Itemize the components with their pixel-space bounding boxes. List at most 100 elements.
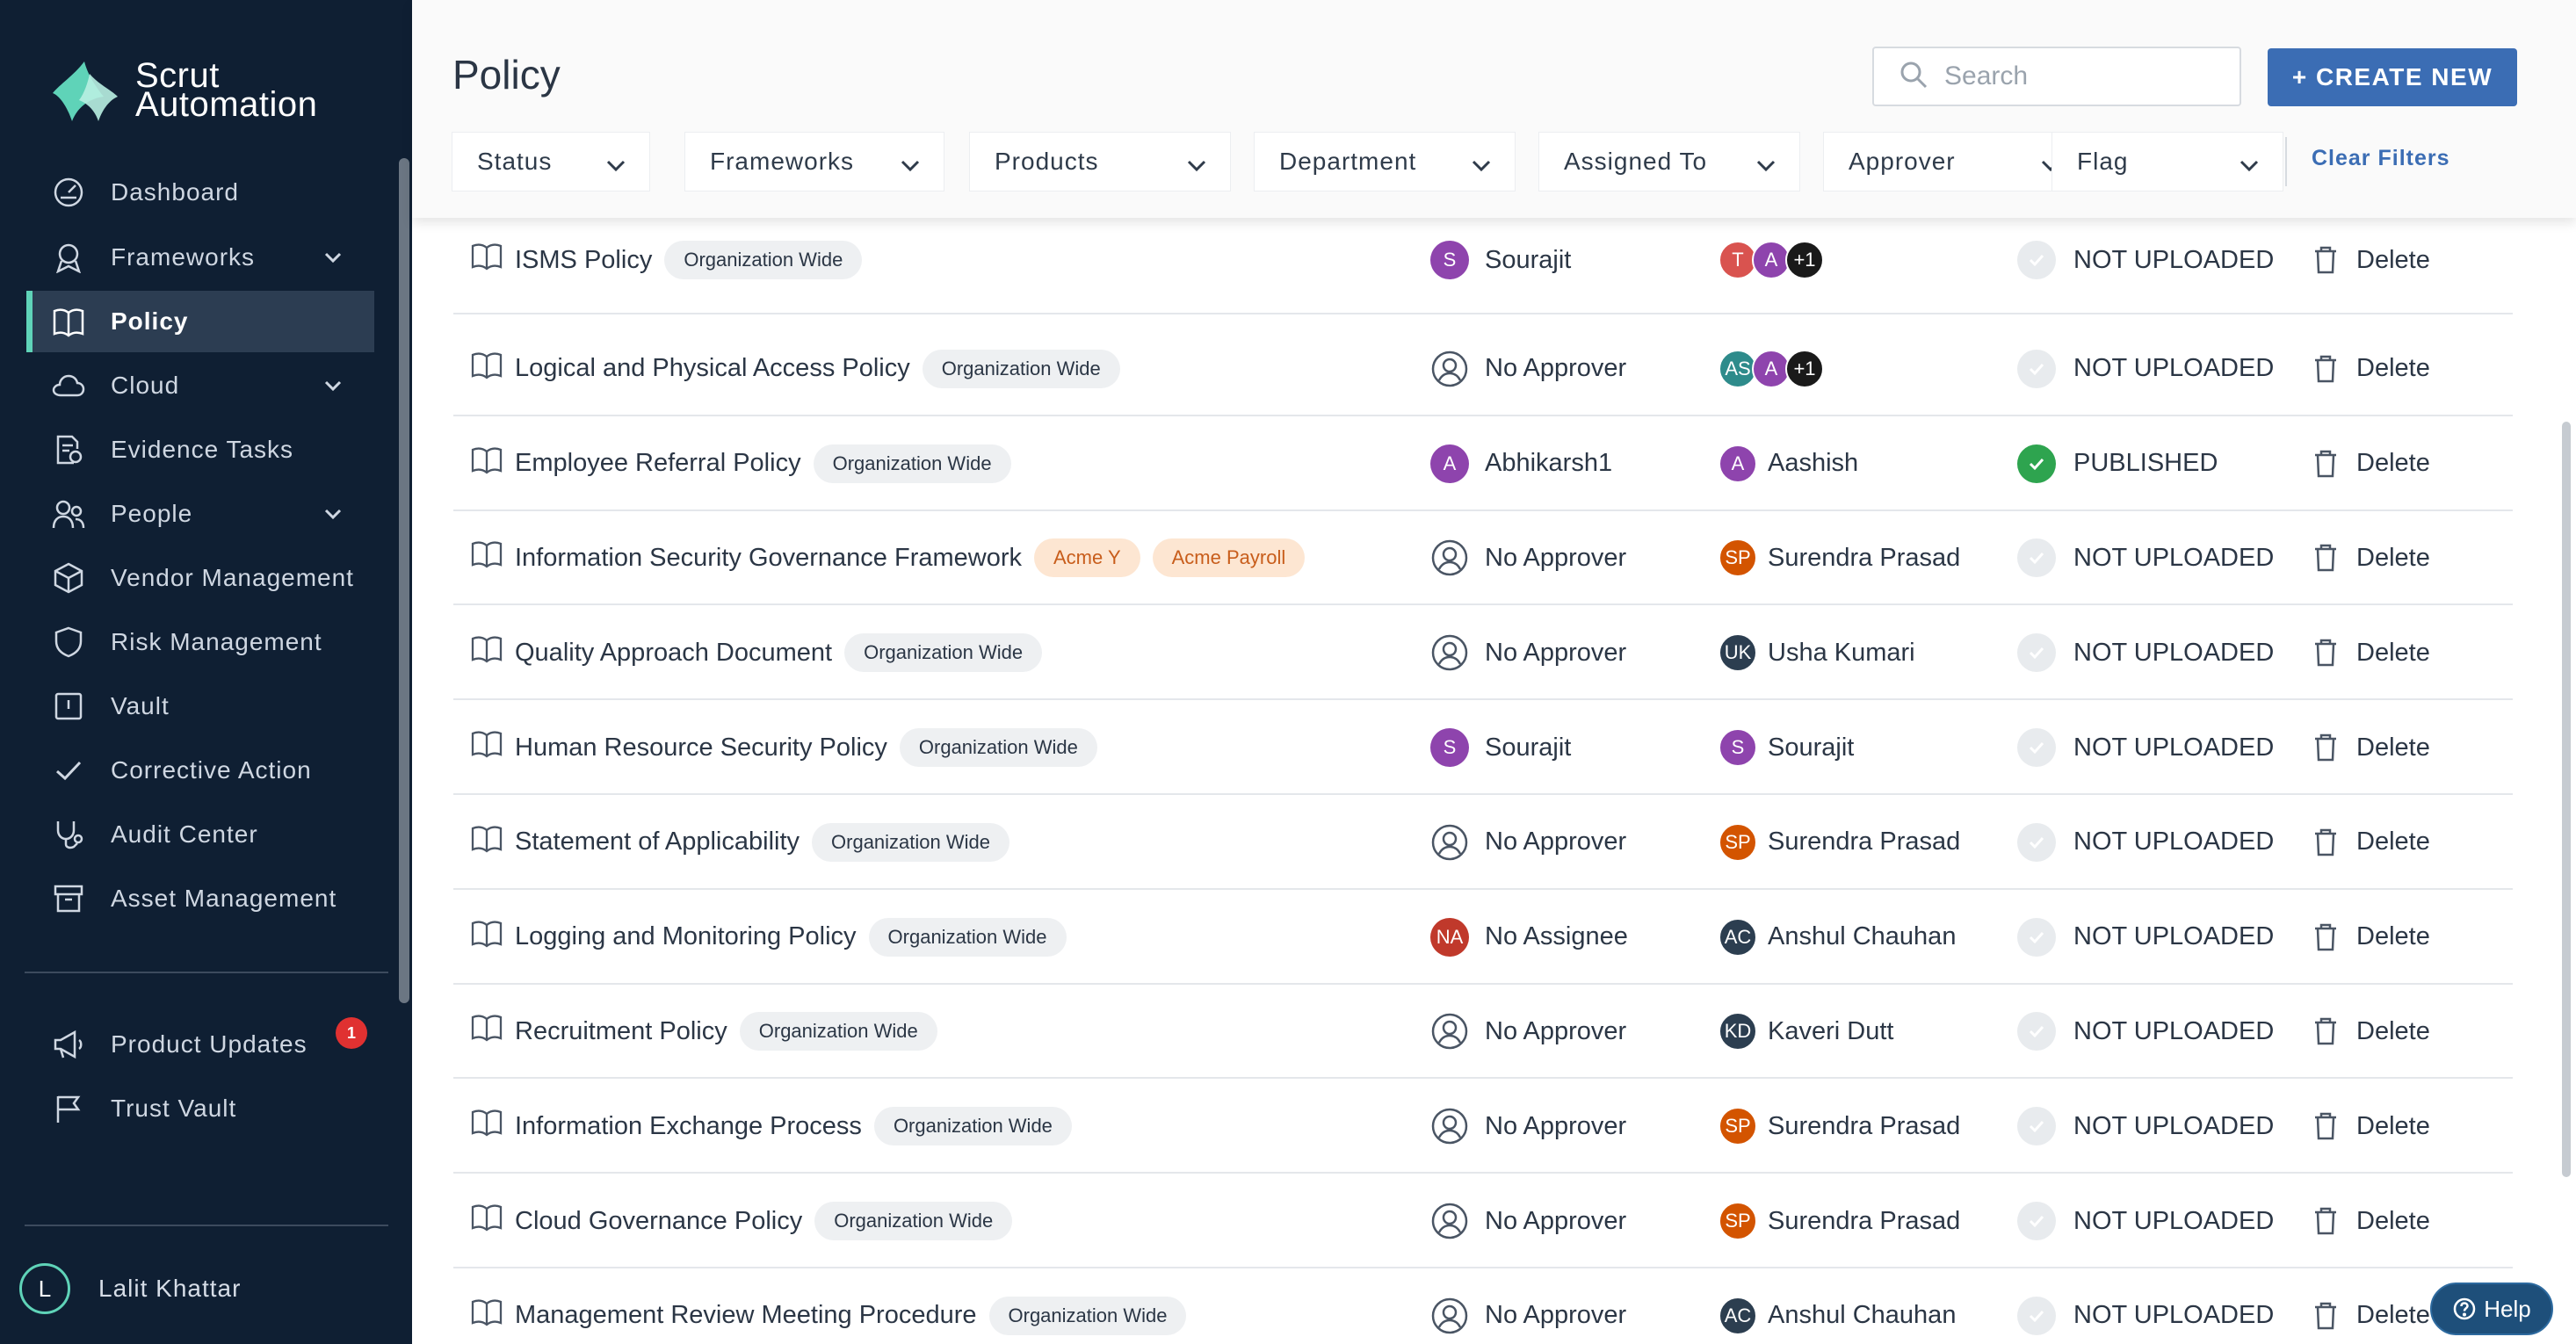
policy-name[interactable]: Statement of Applicability [515, 827, 800, 856]
avatar-group[interactable]: A [1719, 444, 1757, 483]
avatar-group[interactable]: S [1719, 728, 1757, 767]
filter-products[interactable]: Products [969, 132, 1231, 191]
delete-button[interactable]: Delete [2312, 1079, 2430, 1174]
delete-button[interactable]: Delete [2312, 322, 2430, 416]
policy-name[interactable]: Logging and Monitoring Policy [515, 922, 857, 951]
vault-icon [51, 689, 86, 724]
policy-name[interactable]: Information Security Governance Framewor… [515, 544, 1022, 573]
table-row[interactable]: ISMS Policy Organization Wide S Sourajit T A +… [453, 213, 2513, 314]
delete-button[interactable]: Delete [2312, 213, 2430, 307]
policy-name-cell[interactable]: Cloud Governance Policy Organization Wide [471, 1174, 1013, 1268]
sidebar-item-product-updates[interactable]: Product Updates [26, 1014, 374, 1075]
approver-cell: No Approver [1430, 322, 1626, 416]
policy-name-cell[interactable]: Information Exchange Process Organization… [471, 1079, 1072, 1174]
delete-button[interactable]: Delete [2312, 890, 2430, 985]
delete-button[interactable]: Delete [2312, 510, 2430, 605]
pending-circle-icon [2017, 1107, 2056, 1146]
policy-name[interactable]: Employee Referral Policy [515, 449, 801, 478]
policy-name[interactable]: Recruitment Policy [515, 1017, 727, 1046]
sidebar-item-asset-management[interactable]: Asset Management [26, 868, 374, 929]
search-icon [1899, 60, 1928, 94]
sidebar-item-evidence-tasks[interactable]: Evidence Tasks [26, 419, 374, 481]
sidebar-item-vault[interactable]: Vault [26, 676, 374, 737]
page-scrollbar[interactable] [2562, 422, 2571, 1177]
user-profile[interactable]: L Lalit Khattar [19, 1263, 241, 1314]
avatar-group[interactable]: SP [1719, 1107, 1757, 1146]
avatar-group[interactable]: AC [1719, 1296, 1757, 1335]
delete-button[interactable]: Delete [2312, 984, 2430, 1079]
delete-button[interactable]: Delete [2312, 1174, 2430, 1268]
avatar-group[interactable]: SP [1719, 538, 1757, 578]
policy-name-cell[interactable]: Management Review Meeting Procedure Organ… [471, 1268, 1187, 1344]
filter-frameworks[interactable]: Frameworks [684, 132, 944, 191]
scrut-logo-icon [53, 61, 118, 121]
table-row[interactable]: Cloud Governance Policy Organization Wide… [453, 1174, 2513, 1268]
search-input[interactable]: Search [1872, 47, 2241, 106]
clear-filters-link[interactable]: Clear Filters [2312, 146, 2450, 171]
delete-button[interactable]: Delete [2312, 1268, 2430, 1344]
filter-department[interactable]: Department [1254, 132, 1516, 191]
assignee-cell: UK Usha Kumari [1719, 605, 1915, 700]
table-row[interactable]: Recruitment Policy Organization Wide No Ap… [453, 984, 2513, 1080]
table-row[interactable]: Human Resource Security Policy Organizati… [453, 700, 2513, 795]
policy-name[interactable]: Management Review Meeting Procedure [515, 1301, 977, 1330]
avatar-group[interactable]: KD [1719, 1012, 1757, 1051]
policy-name-cell[interactable]: Human Resource Security Policy Organizati… [471, 700, 1097, 795]
table-row[interactable]: Statement of Applicability Organization W… [453, 795, 2513, 890]
sidebar-item-people[interactable]: People [26, 483, 374, 545]
policy-name-cell[interactable]: ISMS Policy Organization Wide [471, 213, 863, 307]
sidebar-item-audit-center[interactable]: Audit Center [26, 804, 374, 865]
avatar-group[interactable]: AC [1719, 917, 1757, 957]
trash-icon [2312, 245, 2339, 275]
table-row[interactable]: Logging and Monitoring Policy Organizatio… [453, 890, 2513, 985]
sidebar-item-cloud[interactable]: Cloud [26, 355, 374, 416]
policy-name[interactable]: Quality Approach Document [515, 639, 832, 668]
policy-name[interactable]: Information Exchange Process [515, 1112, 862, 1141]
policy-name[interactable]: ISMS Policy [515, 246, 652, 275]
sidebar-item-policy[interactable]: Policy [26, 291, 374, 352]
avatar-group[interactable]: AS A +1 [1719, 349, 1824, 388]
avatar-group[interactable]: SP [1719, 822, 1757, 862]
policy-name-cell[interactable]: Quality Approach Document Organization Wi… [471, 605, 1043, 700]
delete-label: Delete [2356, 1206, 2430, 1235]
policy-name-cell[interactable]: Logging and Monitoring Policy Organizatio… [471, 890, 1067, 985]
policy-name-cell[interactable]: Employee Referral Policy Organization Wid… [471, 416, 1011, 511]
sidebar-item-vendor-management[interactable]: Vendor Management [26, 547, 374, 609]
policy-name[interactable]: Human Resource Security Policy [515, 733, 887, 762]
sidebar-item-frameworks[interactable]: Frameworks [26, 227, 374, 288]
help-button[interactable]: Help [2430, 1283, 2553, 1335]
delete-button[interactable]: Delete [2312, 700, 2430, 795]
sidebar-item-risk-management[interactable]: Risk Management [26, 611, 374, 673]
sidebar-item-corrective-action[interactable]: Corrective Action [26, 740, 374, 801]
policy-name-cell[interactable]: Information Security Governance Framewor… [471, 510, 1306, 605]
policy-name-cell[interactable]: Recruitment Policy Organization Wide [471, 984, 937, 1079]
delete-button[interactable]: Delete [2312, 795, 2430, 890]
sidebar-scrollbar[interactable] [399, 158, 409, 1003]
filter-flag[interactable]: Flag [2051, 132, 2283, 191]
table-row[interactable]: Quality Approach Document Organization Wi… [453, 605, 2513, 701]
sidebar-item-dashboard[interactable]: Dashboard [26, 162, 374, 223]
filter-assigned-to[interactable]: Assigned To [1538, 132, 1800, 191]
delete-label: Delete [2356, 827, 2430, 856]
create-new-button[interactable]: + CREATE NEW [2268, 48, 2517, 106]
avatar-group[interactable]: SP [1719, 1202, 1757, 1240]
filter-status[interactable]: Status [452, 132, 650, 191]
logo[interactable]: Scrut Automation [49, 58, 317, 123]
table-row[interactable]: Management Review Meeting Procedure Organ… [453, 1268, 2513, 1344]
filter-approver[interactable]: Approver [1823, 132, 2085, 191]
table-row[interactable]: Employee Referral Policy Organization Wid… [453, 416, 2513, 511]
table-row[interactable]: Information Exchange Process Organization… [453, 1079, 2513, 1174]
sidebar-item-trust-vault[interactable]: Trust Vault [26, 1078, 374, 1139]
avatar-group[interactable]: T A +1 [1719, 241, 1824, 279]
policy-name-cell[interactable]: Statement of Applicability Organization W… [471, 795, 1009, 890]
avatar-group[interactable]: UK [1719, 633, 1757, 673]
table-row[interactable]: Logical and Physical Access Policy Organi… [453, 322, 2513, 416]
table-row[interactable]: Information Security Governance Framewor… [453, 510, 2513, 606]
pending-circle-icon [2017, 822, 2056, 862]
delete-button[interactable]: Delete [2312, 416, 2430, 511]
delete-label: Delete [2356, 1111, 2430, 1140]
policy-name-cell[interactable]: Logical and Physical Access Policy Organi… [471, 322, 1120, 416]
policy-name[interactable]: Logical and Physical Access Policy [515, 354, 910, 383]
delete-button[interactable]: Delete [2312, 605, 2430, 700]
policy-name[interactable]: Cloud Governance Policy [515, 1207, 802, 1236]
